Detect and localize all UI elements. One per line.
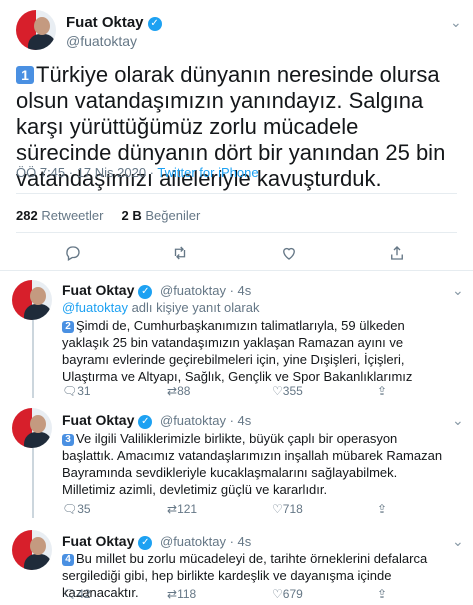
verified-icon: ✓ — [138, 415, 153, 429]
chevron-down-icon[interactable]: ⌄ — [452, 282, 464, 299]
reply-actions: 🗨 31 ⇄ 88 ♡ 355 ⇪ — [62, 384, 462, 400]
reply-author-name[interactable]: Fuat Oktay ✓ — [62, 412, 153, 429]
reply-to: @fuatoktay adlı kişiye yanıt olarak — [62, 300, 260, 315]
author-name[interactable]: Fuat Oktay ✓ — [66, 14, 162, 31]
verified-icon: ✓ — [138, 285, 153, 299]
source-link[interactable]: Twitter for iPhone — [157, 165, 258, 180]
reply-to-handle[interactable]: @fuatoktay — [62, 300, 128, 315]
divider — [16, 232, 457, 233]
share-icon[interactable]: ⇪ — [377, 502, 387, 516]
reply-author-name[interactable]: Fuat Oktay ✓ — [62, 282, 153, 299]
reply-author-handle[interactable]: @fuatoktay · 4s — [160, 413, 251, 428]
reply-icon[interactable] — [64, 244, 82, 267]
tweet-meta: ÖÖ 7:45 · 17 Nis 2020 · Twitter for iPho… — [16, 165, 259, 180]
avatar[interactable] — [16, 10, 56, 50]
reply-actions: 🗨 42 ⇄ 118 ♡ 679 ⇪ — [62, 587, 462, 603]
reply-actions: 🗨 35 ⇄ 121 ♡ 718 ⇪ — [62, 502, 462, 518]
likes-stat[interactable]: 2 B Beğeniler — [122, 208, 201, 223]
verified-icon: ✓ — [138, 536, 153, 550]
share-icon[interactable]: ⇪ — [377, 587, 387, 601]
verified-icon: ✓ — [147, 17, 162, 31]
reply-icon[interactable]: 🗨 31 — [62, 384, 91, 398]
number-badge: 3 — [62, 434, 74, 446]
tweet-actions — [0, 240, 473, 268]
retweet-icon[interactable]: ⇄ 118 — [167, 587, 196, 601]
retweet-icon[interactable]: ⇄ 121 — [167, 502, 197, 516]
reply-author-handle[interactable]: @fuatoktay · 4s — [160, 283, 251, 298]
share-icon[interactable]: ⇪ — [377, 384, 387, 398]
number-badge: 1 — [16, 66, 34, 84]
reply-text: 3 Ve ilgili Valiliklerimizle birlikte, bü… — [62, 431, 443, 497]
like-icon[interactable] — [280, 244, 298, 267]
retweets-stat[interactable]: 282 Retweetler — [16, 208, 103, 223]
reply-text: 2 Şimdi de, Cumhurbaşkanımızın talimatlar… — [62, 318, 413, 384]
reply-icon[interactable]: 🗨 35 — [62, 502, 91, 516]
reply-icon[interactable]: 🗨 42 — [62, 587, 91, 601]
number-badge: 4 — [62, 554, 74, 566]
chevron-down-icon[interactable]: ⌄ — [450, 14, 462, 31]
retweet-icon[interactable] — [170, 244, 190, 267]
thread-line — [32, 438, 34, 518]
chevron-down-icon[interactable]: ⌄ — [452, 412, 464, 429]
reply-author-handle[interactable]: @fuatoktay · 4s — [160, 534, 251, 549]
number-badge: 2 — [62, 321, 74, 333]
like-icon[interactable]: ♡ 679 — [272, 587, 303, 601]
like-icon[interactable]: ♡ 718 — [272, 502, 303, 516]
share-icon[interactable] — [388, 244, 406, 267]
divider — [0, 270, 473, 271]
divider — [16, 193, 457, 194]
like-icon[interactable]: ♡ 355 — [272, 384, 303, 398]
author-handle[interactable]: @fuatoktay — [66, 33, 137, 49]
reply-author-name[interactable]: Fuat Oktay ✓ — [62, 533, 153, 550]
retweet-icon[interactable]: ⇄ 88 — [167, 384, 190, 398]
tweet-stats: 282 Retweetler 2 B Beğeniler — [16, 208, 200, 223]
chevron-down-icon[interactable]: ⌄ — [452, 533, 464, 550]
avatar[interactable] — [12, 280, 52, 320]
avatar[interactable] — [12, 530, 52, 570]
thread-line — [32, 320, 34, 398]
avatar[interactable] — [12, 408, 52, 448]
